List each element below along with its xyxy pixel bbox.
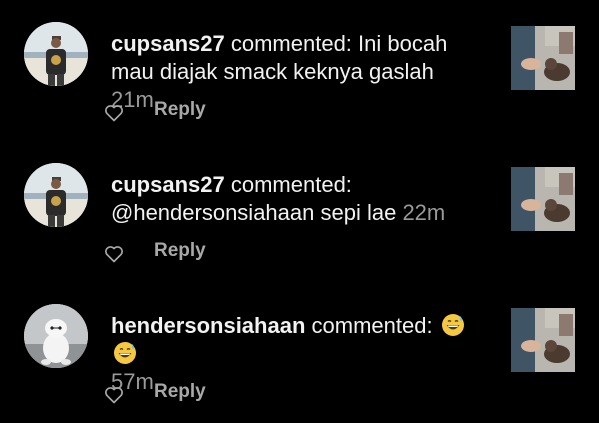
man-beach-avatar-icon xyxy=(24,22,88,86)
white-robot-avatar-icon xyxy=(24,304,88,368)
comment-notification[interactable]: cupsans27 commented: @hendersonsiahaan s… xyxy=(0,141,599,282)
post-thumbnail[interactable] xyxy=(511,167,575,231)
heart-icon[interactable] xyxy=(104,244,124,264)
user-avatar[interactable] xyxy=(24,304,88,368)
comment-notification[interactable]: hendersonsiahaan commented: 57m Reply xyxy=(0,282,599,423)
action-label: commented: xyxy=(230,172,352,197)
username[interactable]: hendersonsiahaan xyxy=(111,313,305,338)
action-label: commented: xyxy=(311,313,433,338)
grinning-sweat-emoji-icon xyxy=(441,314,464,336)
man-beach-avatar-icon xyxy=(24,163,88,227)
reply-button[interactable]: Reply xyxy=(154,240,206,262)
comment-line2: mau diajak smack keknya gaslah xyxy=(111,59,434,84)
heart-icon[interactable] xyxy=(104,103,124,123)
username[interactable]: cupsans27 xyxy=(111,31,225,56)
cat-photo-thumbnail-icon xyxy=(511,26,575,90)
cat-photo-thumbnail-icon xyxy=(511,308,575,372)
action-label: commented: xyxy=(230,31,352,56)
reply-button[interactable]: Reply xyxy=(154,381,206,403)
comment-notification[interactable]: cupsans27 commented: Ini bocah mau diaja… xyxy=(0,0,599,141)
timestamp: 22m xyxy=(402,200,446,225)
username[interactable]: cupsans27 xyxy=(111,172,225,197)
heart-icon[interactable] xyxy=(104,385,124,405)
user-avatar[interactable] xyxy=(24,22,88,86)
comment-text: cupsans27 commented: @hendersonsiahaan s… xyxy=(111,171,481,227)
comment-line1: Ini bocah xyxy=(358,31,448,56)
grinning-sweat-emoji-icon xyxy=(114,342,136,364)
comment-line2: @hendersonsiahaan sepi lae xyxy=(111,200,397,225)
user-avatar[interactable] xyxy=(24,163,88,227)
reply-button[interactable]: Reply xyxy=(154,99,206,121)
post-thumbnail[interactable] xyxy=(511,308,575,372)
cat-photo-thumbnail-icon xyxy=(511,167,575,231)
post-thumbnail[interactable] xyxy=(511,26,575,90)
